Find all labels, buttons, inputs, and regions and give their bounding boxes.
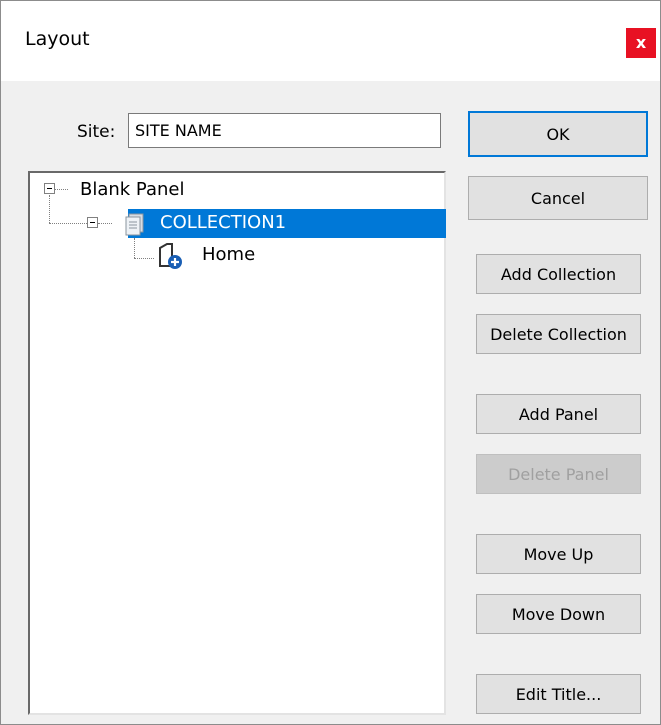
close-button[interactable]: x [626,28,656,58]
tree-node-root[interactable]: Blank Panel [80,179,185,200]
tree-connector [54,189,68,190]
collapse-icon[interactable] [87,217,98,228]
tree-connector [49,223,91,224]
edit-title-button[interactable]: Edit Title... [476,674,641,714]
add-panel-button[interactable]: Add Panel [476,394,641,434]
cancel-button[interactable]: Cancel [468,176,648,220]
tree-connector [49,195,50,223]
site-input[interactable] [128,113,441,148]
layout-dialog: Layout x Site: Blank Panel COLLECTION1 H… [0,0,661,725]
move-up-button[interactable]: Move Up [476,534,641,574]
tree-connector [134,258,154,259]
title-bar[interactable]: Layout [1,1,660,81]
ok-button[interactable]: OK [468,111,648,157]
site-label: Site: [77,122,116,142]
add-collection-button[interactable]: Add Collection [476,254,641,294]
collection-icon [125,213,144,236]
delete-panel-button: Delete Panel [476,454,641,494]
home-page-icon [159,243,182,269]
tree-node-home[interactable]: Home [202,244,255,265]
collapse-icon[interactable] [44,183,55,194]
tree-connector [134,238,135,258]
move-down-button[interactable]: Move Down [476,594,641,634]
tree-node-collection[interactable]: COLLECTION1 [160,212,286,233]
window-title: Layout [25,28,90,50]
tree-connector [98,223,112,224]
delete-collection-button[interactable]: Delete Collection [476,314,641,354]
